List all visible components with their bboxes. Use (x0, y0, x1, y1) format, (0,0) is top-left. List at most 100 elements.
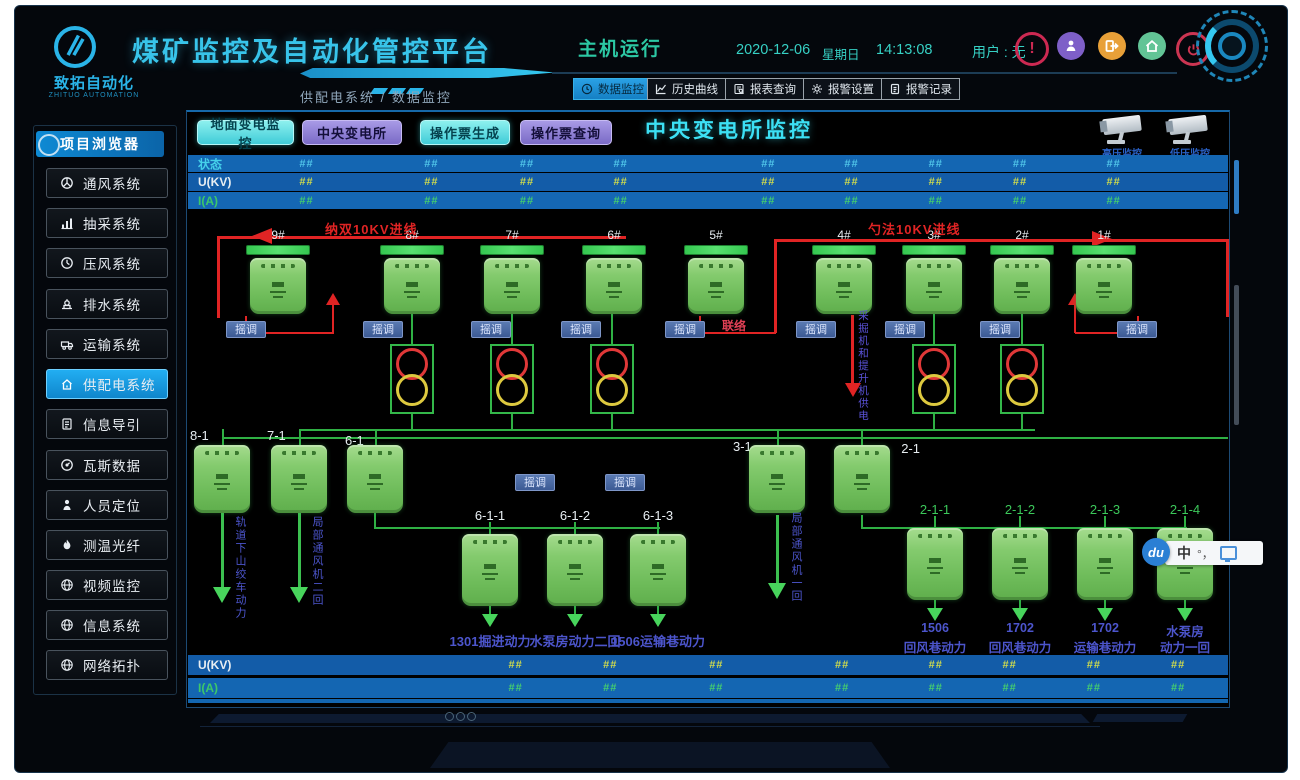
sidebar-item-compressed-air[interactable]: 压风系统 (46, 248, 168, 278)
sidebar-item-ventilation[interactable]: 通风系统 (46, 168, 168, 198)
sidebar-item-info-guide[interactable]: 信息导引 (46, 409, 168, 439)
sub-unit-label: 2-1-4 (1153, 502, 1217, 516)
ticket-query-button[interactable]: 操作票查询 (520, 120, 612, 145)
ime-badge[interactable]: du (1142, 538, 1170, 566)
transformer-symbol (590, 344, 634, 414)
ime-mode[interactable]: 中 (1177, 543, 1191, 563)
sub-feeder-unit[interactable]: 2-1-3 (1073, 502, 1137, 621)
wire (934, 600, 936, 608)
scrollbar-segment[interactable] (1234, 160, 1239, 214)
switchgear-unit[interactable]: 8# (380, 228, 444, 314)
yaotiao-mid-button[interactable]: 摇调 (605, 474, 645, 491)
sidebar-item-power-supply[interactable]: 供配电系统 (46, 369, 168, 399)
switchgear-cabinet (994, 258, 1050, 314)
switchgear-unit[interactable]: 9# (246, 228, 310, 314)
busbar (480, 245, 544, 255)
feeder-unit[interactable]: 2-1 (834, 429, 890, 513)
sidebar-item-info-system[interactable]: 信息系统 (46, 610, 168, 640)
incoming-line-right-label: 勺法10KV进线 (868, 219, 961, 238)
yaotiao-button[interactable]: 摇调 (980, 321, 1020, 338)
arrow-down-icon (1097, 608, 1113, 621)
switchgear-cabinet (547, 534, 603, 606)
voltage-row-bottom: U(KV) ################ (188, 655, 1228, 675)
alarm-button[interactable]: ! (1015, 32, 1049, 66)
yaotiao-button[interactable]: 摇调 (665, 321, 705, 338)
tab-alarm-settings[interactable]: 报警设置 (803, 78, 882, 100)
user-button[interactable] (1057, 32, 1085, 60)
yaotiao-button[interactable]: 摇调 (796, 321, 836, 338)
ticket-generate-button[interactable]: 操作票生成 (420, 120, 510, 145)
yaotiao-button[interactable]: 摇调 (363, 321, 403, 338)
truck-icon (60, 337, 74, 351)
feeder-unit[interactable]: 6-1 (347, 429, 403, 513)
output-label: 动力一回 (1130, 637, 1240, 656)
sidebar-item-extraction[interactable]: 抽采系统 (46, 208, 168, 238)
home-button[interactable] (1138, 32, 1166, 60)
wire (489, 606, 491, 614)
yaotiao-button[interactable]: 摇调 (471, 321, 511, 338)
sub-feeder-unit[interactable]: 6-1-1 (458, 508, 522, 627)
switchgear-cabinet (484, 258, 540, 314)
busbar (1072, 245, 1136, 255)
yaotiao-button[interactable]: 摇调 (226, 321, 266, 338)
sidebar-item-transport[interactable]: 运输系统 (46, 329, 168, 359)
status-value: ## (929, 158, 943, 170)
yaotiao-button[interactable]: 摇调 (1117, 321, 1157, 338)
yaotiao-button[interactable]: 摇调 (885, 321, 925, 338)
busbar (812, 245, 876, 255)
tab-data-monitor[interactable]: 数据监控 (573, 78, 652, 100)
voltage-value: ## (1013, 176, 1027, 188)
voltage-value: ## (299, 176, 313, 188)
sub-feeder-unit[interactable]: 6-1-2 (543, 508, 607, 627)
switchgear-unit[interactable]: 1# (1072, 228, 1136, 314)
wire (1019, 516, 1021, 528)
table-separator (188, 699, 1228, 703)
hv-camera-icon[interactable] (1094, 113, 1150, 149)
sub-feeder-unit[interactable]: 2-1-2 (988, 502, 1052, 621)
brand-logo-icon (52, 24, 98, 70)
breadcrumb: 供配电系统 / 数据监控 (300, 87, 452, 106)
ime-punctuation[interactable]: °， (1197, 545, 1214, 562)
switchgear-unit[interactable]: 4# (812, 228, 876, 314)
switchgear-unit[interactable]: 2# (990, 228, 1054, 314)
sub-feeder-unit[interactable]: 6-1-3 (626, 508, 690, 627)
current-row-top: I(A) ################## (188, 192, 1228, 209)
switchgear-cabinet (1076, 258, 1132, 314)
voltage-value: ## (835, 659, 849, 671)
feeder-unit[interactable]: 7-1 (271, 429, 327, 513)
switchgear-unit[interactable]: 6# (582, 228, 646, 314)
sidebar-item-video-monitor[interactable]: 视频监控 (46, 570, 168, 600)
sub-unit-label: 6-1-1 (458, 508, 522, 522)
feeder-unit[interactable]: 8-1 (194, 429, 250, 513)
sidebar-item-network-topology[interactable]: 网络拓扑 (46, 650, 168, 680)
tab-alarm-records[interactable]: 报警记录 (881, 78, 960, 100)
status-value: ## (761, 158, 775, 170)
switchgear-unit[interactable]: 7# (480, 228, 544, 314)
sidebar-item-gas-data[interactable]: 瓦斯数据 (46, 450, 168, 480)
transformer-symbol (490, 344, 534, 414)
ring-icon (38, 134, 60, 156)
lv-camera-icon[interactable] (1160, 113, 1216, 149)
wire (574, 522, 576, 534)
yaotiao-mid-button[interactable]: 摇调 (515, 474, 555, 491)
switchgear-unit[interactable]: 3# (902, 228, 966, 314)
tab-history-curve[interactable]: 历史曲线 (647, 78, 726, 100)
current-value: ## (603, 682, 617, 694)
yaotiao-button[interactable]: 摇调 (561, 321, 601, 338)
sidebar-item-personnel-location[interactable]: 人员定位 (46, 490, 168, 520)
switchgear-unit[interactable]: 5# (684, 228, 748, 314)
central-substation-button[interactable]: 中央变电所 (302, 120, 402, 145)
tab-report-query[interactable]: 报表查询 (725, 78, 804, 100)
busbar (582, 245, 646, 255)
transformer-symbol (1000, 344, 1044, 414)
virtual-keyboard-icon[interactable] (1220, 546, 1237, 560)
sub-feeder-unit[interactable]: 2-1-1 (903, 502, 967, 621)
wire (1104, 516, 1106, 528)
feeder-unit[interactable]: 3-1 (749, 429, 805, 513)
tie-label: 联络 (722, 317, 746, 334)
sidebar-item-drainage[interactable]: 排水系统 (46, 289, 168, 319)
scrollbar-segment[interactable] (1234, 285, 1239, 425)
sidebar-item-temperature-fiber[interactable]: 测温光纤 (46, 530, 168, 560)
exit-button[interactable] (1098, 32, 1126, 60)
ground-substation-button[interactable]: 地面变电监控 (197, 120, 294, 145)
